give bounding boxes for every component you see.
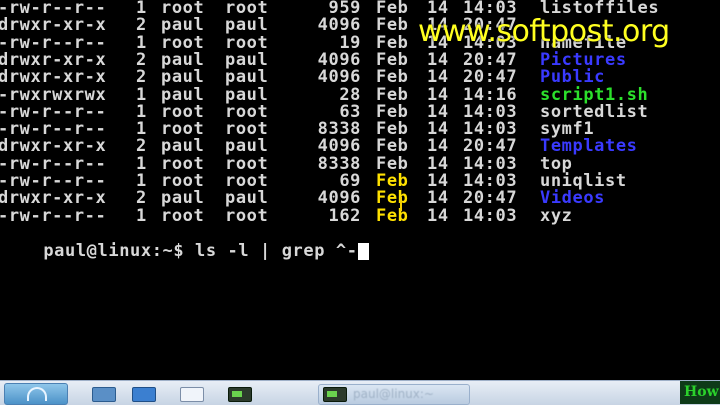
entry-day: 14 <box>427 84 449 105</box>
terminal-window[interactable]: -rw-r--r-- 1 root root 959 Feb 14 14:03 listoffi… <box>0 0 720 380</box>
entry-name: script1.sh <box>540 84 649 105</box>
entry-user: paul <box>161 67 205 88</box>
entry-group: root <box>225 205 269 226</box>
entry-name: Videos <box>540 188 606 209</box>
entry-links: 2 <box>136 188 147 209</box>
entry-name: Public <box>540 67 606 88</box>
task-label: paul@linux:~ <box>353 387 434 401</box>
entry-user: paul <box>161 15 205 36</box>
channel-logo: How <box>680 381 720 404</box>
text-editor-icon[interactable] <box>176 385 204 402</box>
entry-perm: -rwxrwxrwx <box>0 84 107 105</box>
entry-perm: drwxr-xr-x <box>0 136 107 157</box>
entry-time: 14:16 <box>463 84 518 105</box>
entry-size: 4096 <box>317 67 361 88</box>
entry-links: 2 <box>136 136 147 157</box>
entry-month: Feb <box>376 205 409 226</box>
entry-user: root <box>161 205 205 226</box>
entry-month: Feb <box>376 84 409 105</box>
web-browser-icon[interactable] <box>128 385 156 402</box>
entry-links: 1 <box>136 205 147 226</box>
text-cursor <box>357 243 369 260</box>
entry-perm: drwxr-xr-x <box>0 188 107 209</box>
entry-size: 4096 <box>317 136 361 157</box>
entry-name: Templates <box>540 136 638 157</box>
entry-size: 4096 <box>317 15 361 36</box>
entry-group: paul <box>225 84 269 105</box>
entry-size: 4096 <box>317 188 361 209</box>
mouse-ibeam-cursor <box>400 197 402 211</box>
entry-day: 14 <box>427 188 449 209</box>
entry-user: paul <box>161 136 205 157</box>
terminal-icon <box>323 387 347 402</box>
taskbar: paul@linux:~ <box>0 380 720 405</box>
command-input[interactable]: ls -l | grep ^- <box>195 241 358 261</box>
shell-prompt: paul@linux:~$ <box>43 241 196 261</box>
entry-month: Feb <box>376 15 409 36</box>
entry-day: 14 <box>427 67 449 88</box>
entry-size: 28 <box>339 84 361 105</box>
entry-time: 14:03 <box>463 205 518 226</box>
entry-day: 14 <box>427 136 449 157</box>
entry-time: 20:47 <box>463 67 518 88</box>
entry-time: 20:47 <box>463 188 518 209</box>
entry-perm: drwxr-xr-x <box>0 67 107 88</box>
taskbar-terminal-task[interactable]: paul@linux:~ <box>318 384 470 405</box>
entry-links: 1 <box>136 84 147 105</box>
distro-logo-icon <box>27 387 47 401</box>
entry-links: 2 <box>136 15 147 36</box>
entry-user: paul <box>161 84 205 105</box>
entry-month: Feb <box>376 136 409 157</box>
start-menu-button[interactable] <box>4 383 68 405</box>
entry-group: paul <box>225 67 269 88</box>
entry-group: paul <box>225 15 269 36</box>
entry-perm: -rw-r--r-- <box>0 205 107 226</box>
entry-group: paul <box>225 136 269 157</box>
watermark: www.softpost.org <box>418 14 670 49</box>
entry-time: 20:47 <box>463 136 518 157</box>
entry-day: 14 <box>427 205 449 226</box>
entry-name: xyz <box>540 205 573 226</box>
entry-perm: drwxr-xr-x <box>0 15 107 36</box>
entry-group: paul <box>225 188 269 209</box>
prompt-line[interactable]: paul@linux:~$ ls -l | grep ^- <box>0 226 369 260</box>
entry-month: Feb <box>376 67 409 88</box>
terminal-launcher-icon[interactable] <box>224 385 252 402</box>
entry-month: Feb <box>376 188 409 209</box>
file-manager-icon[interactable] <box>88 385 116 402</box>
entry-links: 2 <box>136 67 147 88</box>
entry-user: paul <box>161 188 205 209</box>
entry-size: 162 <box>328 205 361 226</box>
